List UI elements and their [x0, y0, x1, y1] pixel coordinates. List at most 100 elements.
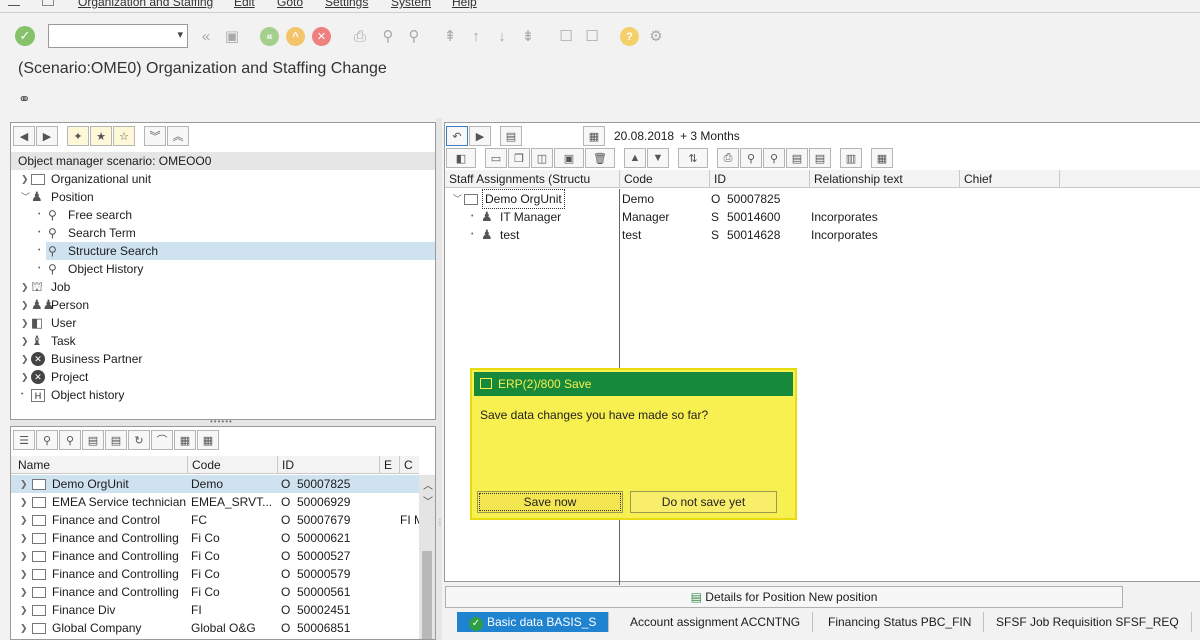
add-favorite-icon[interactable]: ✦ — [67, 126, 89, 146]
column-code[interactable]: Code — [188, 456, 278, 474]
list-icon[interactable]: ▤ — [500, 126, 522, 146]
expand-arrow-icon[interactable]: ❯ — [21, 314, 29, 332]
hit-list-row[interactable]: ❯ Finance and Control FC O 50007679 FI M — [11, 511, 419, 529]
menu-organization[interactable]: Organization and Staffing — [78, 0, 213, 9]
expand-arrow-icon[interactable]: ❯ — [20, 565, 28, 583]
expand-arrow-icon[interactable]: ❯ — [21, 332, 29, 350]
tree-item[interactable]: • ⚲ Search Term — [11, 224, 435, 242]
sort-icon[interactable]: ▤ — [105, 430, 127, 450]
hit-list-row[interactable]: ❯ Global Company Global O&G O 50006851 — [11, 619, 419, 637]
excel-icon[interactable]: ▦ — [197, 430, 219, 450]
do-not-save-button[interactable]: Do not save yet — [630, 491, 777, 513]
staff-row[interactable]: ﹀ Demo OrgUnit Demo O 50007825 — [445, 189, 1200, 209]
staff-row[interactable]: • ♟ test test S 50014628 Incorporates — [445, 226, 1200, 244]
expand-arrow-icon[interactable]: ❯ — [21, 170, 29, 188]
expand-arrow-icon[interactable]: ❯ — [21, 368, 29, 386]
forward-icon[interactable]: ▶ — [469, 126, 491, 146]
tree-item[interactable]: ❯ ⛫ Job — [11, 278, 435, 296]
expand-arrow-icon[interactable]: ❯ — [20, 511, 28, 529]
expand-arrow-icon[interactable]: ❯ — [20, 601, 28, 619]
tab-financing-status[interactable]: Financing Status PBC_FIN — [816, 612, 985, 632]
collapse-icon[interactable]: ︾ — [144, 126, 166, 146]
glasses-icon[interactable]: ⚭ — [18, 90, 31, 108]
delete-icon[interactable]: 🗑 — [585, 148, 615, 168]
column-code[interactable]: Code — [620, 170, 710, 188]
print-icon[interactable]: ⎙ — [350, 26, 370, 46]
favorites-list-icon[interactable]: ☆ — [113, 126, 135, 146]
command-field[interactable]: ▾ — [48, 24, 188, 48]
copy-icon[interactable]: ❐ — [508, 148, 530, 168]
column-id[interactable]: ID — [710, 170, 810, 188]
hit-list-row[interactable]: ❯ Finance Div FI O 50002451 — [11, 601, 419, 619]
scroll-down-icon[interactable]: ﹀ — [423, 493, 433, 508]
menu-settings[interactable]: Settings — [325, 0, 368, 9]
spreadsheet-icon[interactable]: ▦ — [871, 148, 893, 168]
save-now-button[interactable]: Save now — [477, 491, 623, 513]
menu-system[interactable]: System — [391, 0, 431, 9]
calendar-icon[interactable]: ▦ — [583, 126, 605, 146]
previous-page-icon[interactable]: ↑ — [466, 26, 486, 46]
split-icon[interactable]: ◫ — [531, 148, 553, 168]
menu-icon[interactable] — [8, 0, 20, 6]
hit-list-row[interactable]: ❯ Demo OrgUnit Demo O 50007825 — [11, 475, 419, 493]
scroll-up-icon[interactable]: ︿ — [423, 477, 433, 492]
column-id[interactable]: ID — [278, 456, 380, 474]
back-icon[interactable]: « — [260, 27, 279, 46]
shortcut-icon[interactable]: ☐ — [582, 26, 602, 46]
search-next-icon[interactable]: ⚲ — [59, 430, 81, 450]
expand-arrow-icon[interactable]: ❯ — [21, 278, 29, 296]
new-document-icon[interactable]: ▭ — [485, 148, 507, 168]
tab-sfsf-job-requisition[interactable]: SFSF Job Requisition SFSF_REQ — [984, 612, 1192, 632]
gear-icon[interactable]: ⚙ — [646, 26, 666, 46]
tree-item[interactable]: ❯ ✕ Business Partner — [11, 350, 435, 368]
find-next-icon[interactable]: ⚲ — [404, 26, 424, 46]
column-staff-assignments[interactable]: Staff Assignments (Structu — [445, 170, 620, 188]
hit-list-row[interactable]: ❯ Finance and Controlling Fi Co O 50000561 — [11, 583, 419, 601]
column-chief[interactable]: Chief — [960, 170, 1060, 188]
details-bar[interactable]: ▤ Details for Position New position — [445, 586, 1123, 608]
find-next-binoculars-icon[interactable]: ⚲ — [763, 148, 785, 168]
vertical-splitter[interactable]: ⋮ — [436, 118, 444, 640]
details-icon[interactable]: ☰ — [13, 430, 35, 450]
tree-item[interactable]: ﹀ ♟ Position — [11, 188, 435, 206]
help-icon[interactable]: ? — [620, 27, 639, 46]
collapse-arrow-icon[interactable]: ﹀ — [453, 190, 462, 208]
expand-arrow-icon[interactable]: ❯ — [21, 350, 29, 368]
expand-arrow-icon[interactable]: ❯ — [20, 475, 28, 493]
find-icon[interactable]: ⚲ — [378, 26, 398, 46]
last-page-icon[interactable]: ⇟ — [518, 26, 538, 46]
search-binoculars-icon[interactable]: ⚲ — [36, 430, 58, 450]
save-icon[interactable]: ▣ — [222, 26, 242, 46]
tree-item[interactable]: • ⚲ Structure Search — [38, 242, 435, 260]
move-down-icon[interactable]: ▼ — [647, 148, 669, 168]
column-e[interactable]: E — [380, 456, 400, 474]
export-icon[interactable]: ▤ — [82, 430, 104, 450]
cancel-icon[interactable]: ✕ — [312, 27, 331, 46]
tree-item[interactable]: • ⚲ Free search — [11, 206, 435, 224]
reassign-icon[interactable]: ⇅ — [678, 148, 708, 168]
expand-arrow-icon[interactable]: ❯ — [20, 493, 28, 511]
staff-row[interactable]: • ♟ IT Manager Manager S 50014600 Incorporates — [445, 208, 1200, 226]
move-up-icon[interactable]: ▲ — [624, 148, 646, 168]
column-config-icon[interactable]: ▥ — [840, 148, 862, 168]
back-arrow-icon[interactable]: ◀ — [13, 126, 35, 146]
hit-list-row[interactable]: ❯ Finance and Controlling Fi Co O 50000527 — [11, 547, 419, 565]
expand-arrow-icon[interactable]: ❯ — [20, 583, 28, 601]
tab-account-assignment[interactable]: Account assignment ACCNTNG — [618, 612, 814, 632]
expand-icon[interactable]: ︽ — [167, 126, 189, 146]
column-name[interactable]: Name — [11, 456, 188, 474]
refresh-icon[interactable]: ↻ — [128, 430, 150, 450]
column-relationship[interactable]: Relationship text — [810, 170, 960, 188]
menu-goto[interactable]: Goto — [277, 0, 303, 9]
export-list-icon[interactable]: ▤ — [786, 148, 808, 168]
undo-icon[interactable]: ↶ — [446, 126, 468, 146]
expand-arrow-icon[interactable]: ❯ — [20, 619, 28, 637]
next-page-icon[interactable]: ↓ — [492, 26, 512, 46]
favorite-star-icon[interactable]: ★ — [90, 126, 112, 146]
print-list-icon[interactable]: ⎙ — [717, 148, 739, 168]
create-icon[interactable]: ◧ — [446, 148, 476, 168]
expand-arrow-icon[interactable]: ❯ — [21, 296, 29, 314]
hit-list-row[interactable]: ❯ Finance and Controlling Fi Co O 50000621 — [11, 529, 419, 547]
scroll-thumb[interactable] — [422, 551, 432, 639]
tree-item[interactable]: ❯ ♝ Task — [11, 332, 435, 350]
